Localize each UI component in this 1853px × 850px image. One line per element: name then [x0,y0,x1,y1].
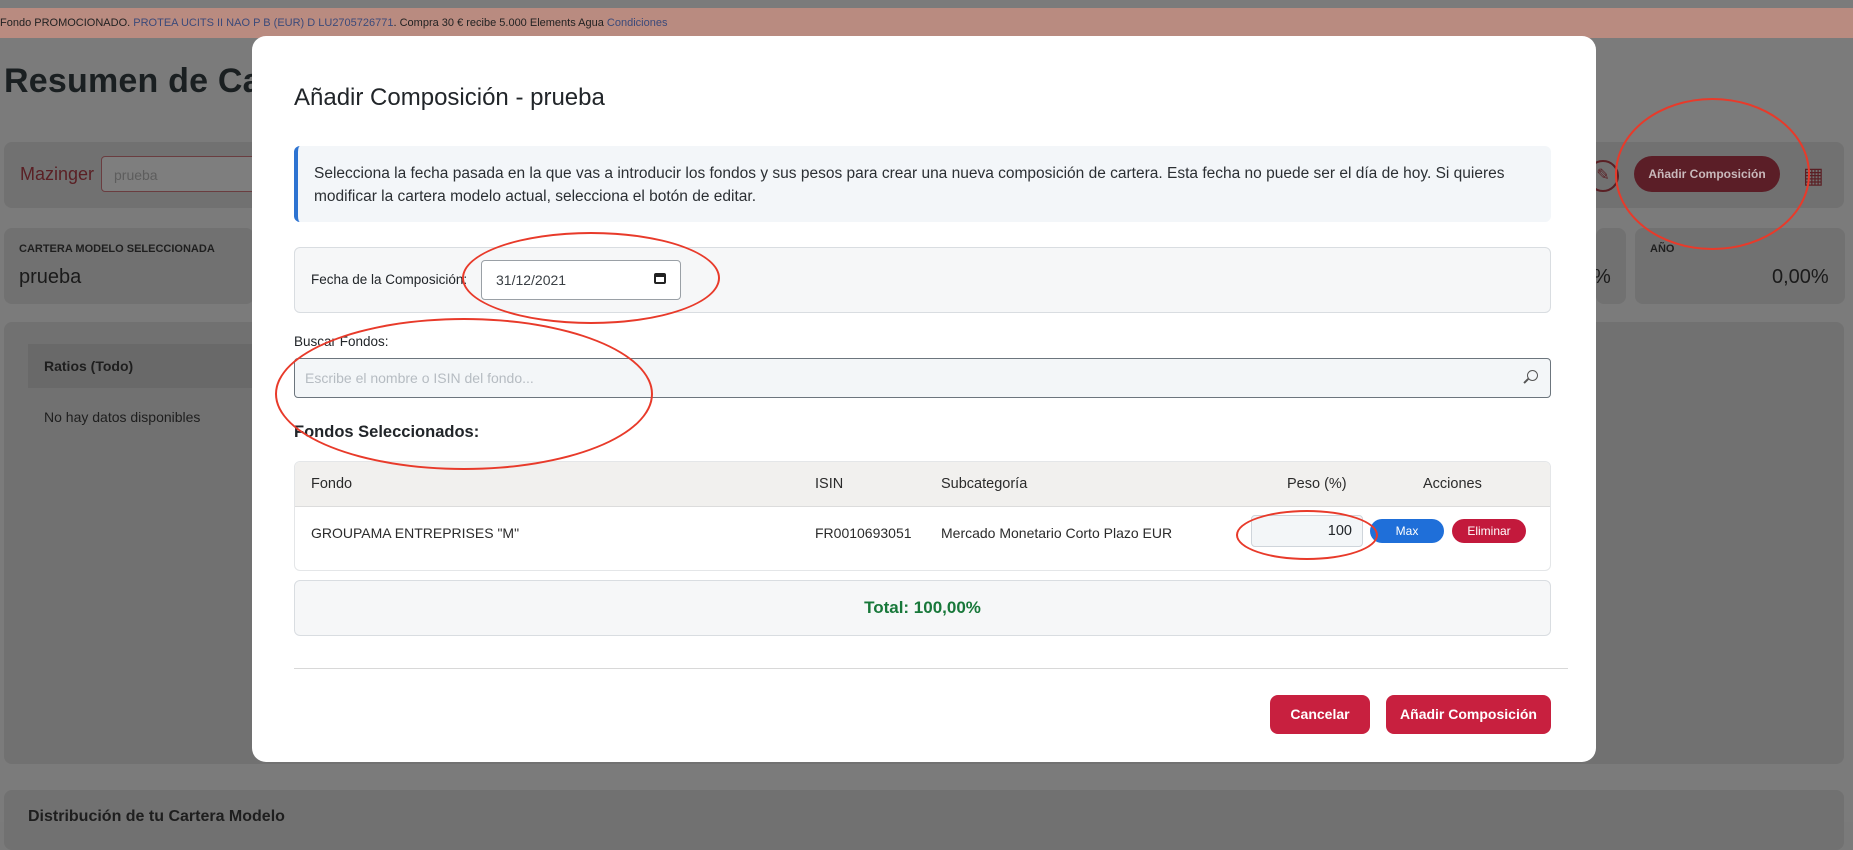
selected-funds-table: Fondo ISIN Subcategoría Peso (%) Accione… [294,461,1551,571]
row-isin: FR0010693051 [815,525,912,541]
selected-portfolio-value: prueba [19,266,82,288]
cancel-button[interactable]: Cancelar [1270,695,1370,734]
search-label: Buscar Fondos: [294,334,389,349]
header-actions: Acciones [1423,476,1482,492]
row-fund: GROUPAMA ENTREPRISES "M" [311,525,520,541]
add-composition-button[interactable]: Añadir Composición [1386,695,1551,734]
delete-button[interactable]: Eliminar [1452,519,1526,543]
fund-search-input[interactable]: Escribe el nombre o ISIN del fondo... [294,358,1551,398]
promo-banner: Fondo PROMOCIONADO. PROTEA UCITS II NAO … [0,8,1853,38]
composition-date-input[interactable]: 31/12/2021 [481,260,681,300]
promo-fund-link[interactable]: PROTEA UCITS II NAO P B (EUR) D LU270572… [133,17,393,29]
promo-conditions-link[interactable]: Condiciones [607,17,668,29]
date-section: Fecha de la Composición: 31/12/2021 [294,247,1551,313]
modal-title: Añadir Composición - prueba [294,84,605,111]
add-composition-modal: Añadir Composición - prueba Selecciona l… [252,36,1596,762]
selector-label: Mazinger [20,164,95,184]
year-label: AÑO [1650,243,1675,255]
header-isin: ISIN [815,476,844,492]
max-button[interactable]: Max [1370,519,1444,543]
date-value: 31/12/2021 [496,272,567,288]
page-title: Resumen de Car [4,62,276,100]
promo-text: . Compra 30 € recibe 5.000 Elements Agua [393,17,604,29]
selected-funds-title: Fondos Seleccionados: [294,423,480,441]
date-label: Fecha de la Composición: [311,272,468,287]
add-composition-bg-button[interactable]: Añadir Composición [1634,156,1780,192]
row-subcategory: Mercado Monetario Corto Plazo EUR [941,525,1173,541]
ratios-tab[interactable]: Ratios (Todo) [28,344,258,388]
no-data-text: No hay datos disponibles [44,409,201,425]
weight-input[interactable]: 100 [1251,515,1363,547]
distribution-title: Distribución de tu Cartera Modelo [28,808,285,825]
header-subcategory: Subcategoría [941,476,1028,492]
calendar-icon[interactable] [654,273,666,284]
info-alert: Selecciona la fecha pasada en la que vas… [294,146,1551,222]
header-weight: Peso (%) [1287,476,1347,492]
table-header: Fondo ISIN Subcategoría Peso (%) Accione… [295,462,1550,507]
total-summary: Total: 100,00% [294,580,1551,636]
table-export-icon[interactable]: ▦ [1803,163,1824,189]
selected-portfolio-label: CARTERA MODELO SELECCIONADA [19,243,215,255]
search-placeholder: Escribe el nombre o ISIN del fondo... [305,370,534,386]
footer-divider [294,668,1568,669]
header-fund: Fondo [311,476,353,492]
year-value: 0,00% [1772,266,1829,288]
search-icon [1527,370,1538,381]
promo-prefix: Fondo PROMOCIONADO. [0,17,131,29]
portfolio-select[interactable]: prueba [101,156,261,192]
